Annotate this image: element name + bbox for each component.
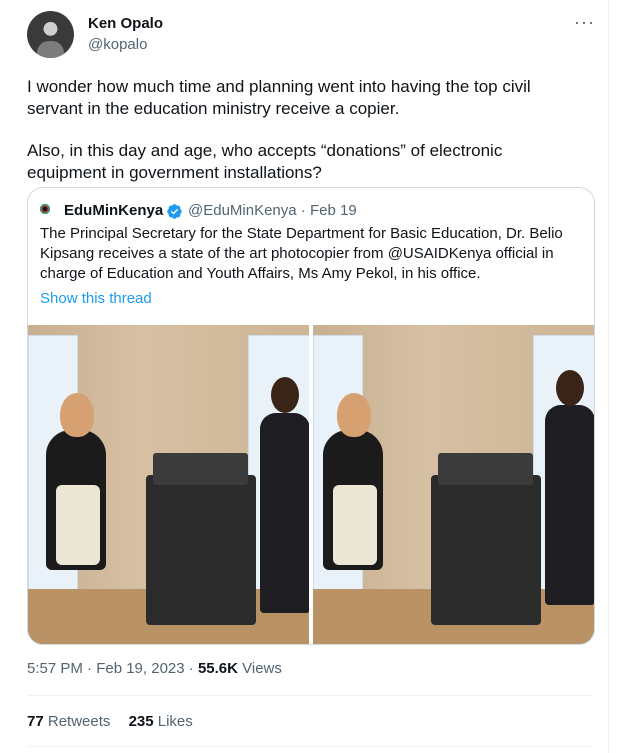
verified-badge-icon [167, 204, 182, 219]
quoted-author-name[interactable]: EduMinKenya [64, 202, 163, 219]
timestamp-link[interactable]: 5:57 PM · Feb 19, 2023 · [27, 660, 198, 677]
tweet: Ken Opalo @kopalo ··· I wonder how much … [0, 0, 609, 753]
author-name[interactable]: Ken Opalo [88, 15, 163, 32]
quoted-meta: @EduMinKenya · Feb 19 [188, 202, 357, 219]
retweets-stat[interactable]: 77 Retweets [27, 713, 110, 730]
photo-right[interactable] [313, 325, 594, 644]
photo-left[interactable] [28, 325, 309, 644]
tweet-paragraph: Also, in this day and age, who accepts “… [27, 141, 503, 182]
quoted-tweet[interactable]: EduMinKenya @EduMinKenya · Feb 19 The Pr… [27, 187, 595, 645]
quoted-author-handle[interactable]: @EduMinKenya [188, 202, 297, 219]
photo-grid [28, 325, 594, 644]
quoted-date[interactable]: Feb 19 [310, 202, 357, 219]
quoted-avatar[interactable] [39, 203, 51, 215]
likes-count: 235 [128, 713, 154, 730]
tweet-paragraph: I wonder how much time and planning went… [27, 77, 531, 118]
likes-label: Likes [153, 713, 193, 730]
tweet-timestamp: 5:57 PM · Feb 19, 2023 · 55.6K Views [27, 660, 282, 677]
retweets-label: Retweets [43, 713, 111, 730]
engagement-stats: 77 Retweets 235 Likes [27, 713, 207, 730]
views-label: Views [237, 660, 282, 677]
views-count: 55.6K [197, 660, 238, 677]
divider [27, 746, 593, 747]
author-handle[interactable]: @kopalo [88, 36, 147, 53]
divider [27, 695, 593, 696]
avatar[interactable] [27, 11, 74, 58]
more-options-icon[interactable]: ··· [574, 12, 595, 33]
quoted-text: The Principal Secretary for the State De… [40, 225, 563, 282]
retweets-count: 77 [27, 713, 44, 730]
likes-stat[interactable]: 235 Likes [129, 713, 193, 730]
meta-separator: · [296, 202, 310, 219]
show-thread-link[interactable]: Show this thread [40, 290, 152, 307]
tweet-text: I wonder how much time and planning went… [27, 76, 572, 204]
